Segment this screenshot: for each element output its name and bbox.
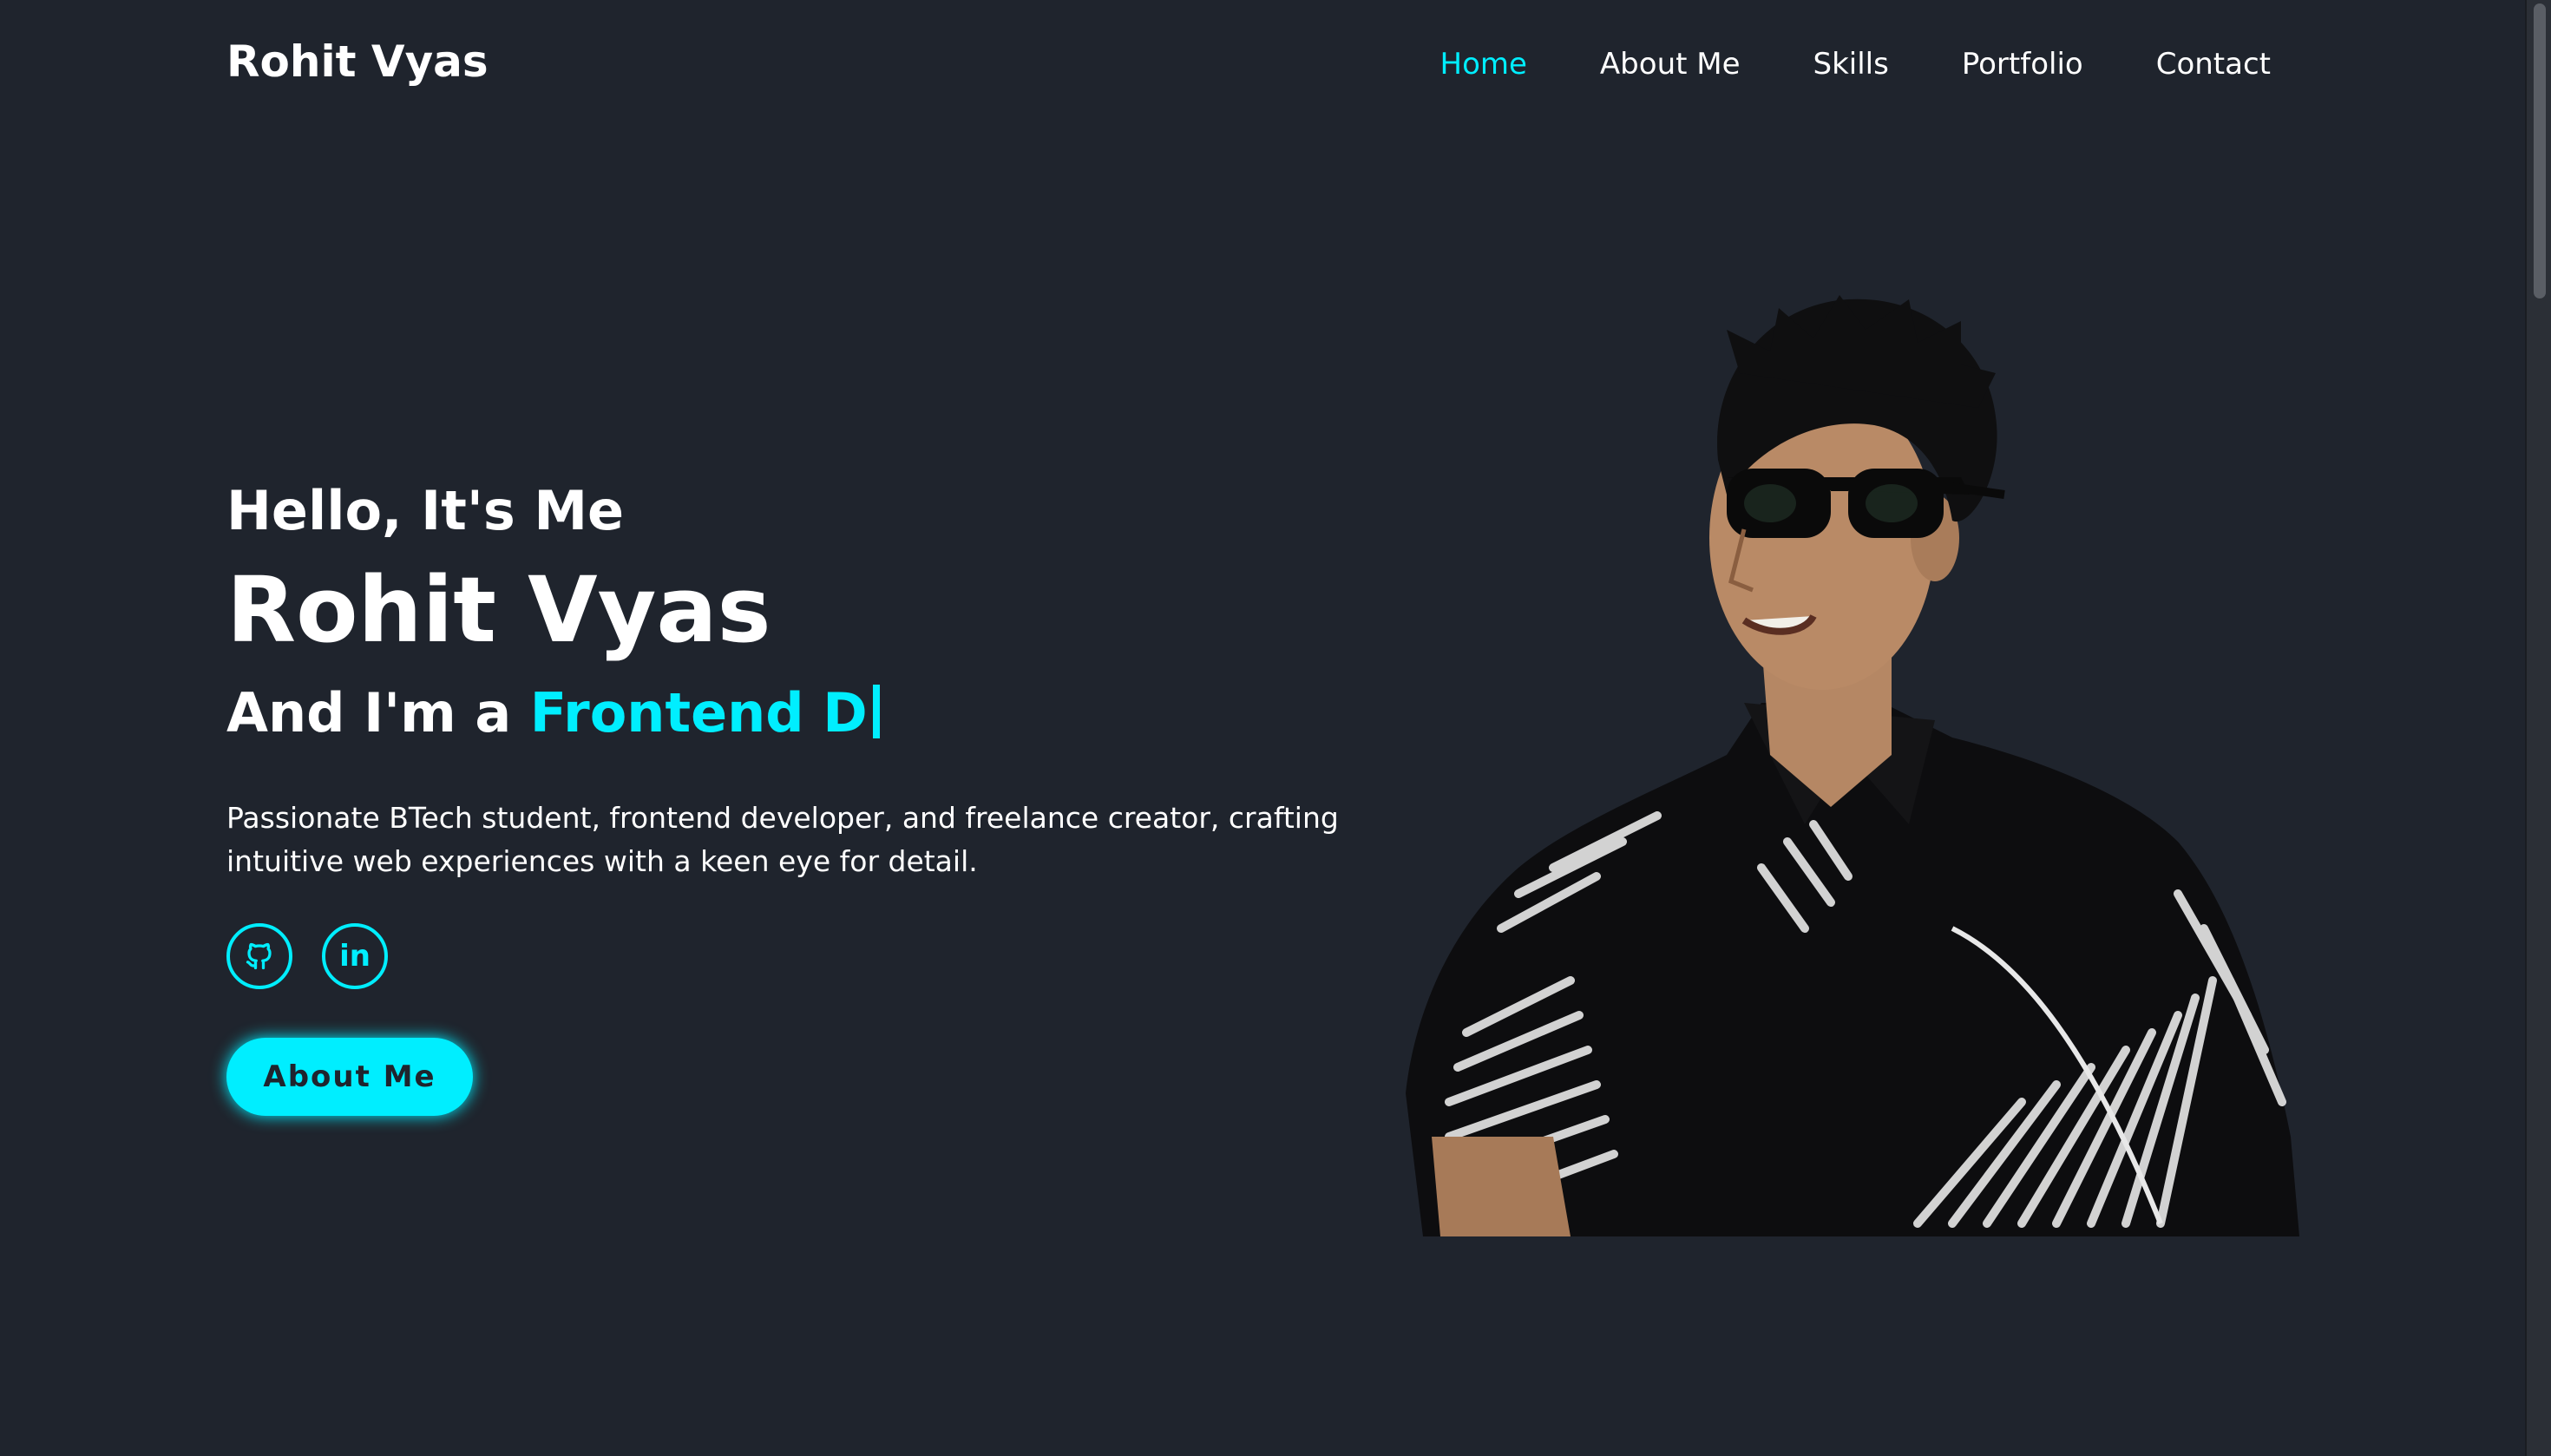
site-logo[interactable]: Rohit Vyas — [226, 36, 489, 87]
hero-greeting: Hello, It's Me — [226, 479, 625, 542]
scrollbar-thumb[interactable] — [2534, 3, 2546, 298]
github-link[interactable] — [226, 923, 292, 989]
github-icon — [246, 942, 272, 970]
linkedin-link[interactable]: in — [322, 923, 388, 989]
nav-about-me[interactable]: About Me — [1600, 47, 1741, 82]
about-me-button[interactable]: About Me — [226, 1038, 473, 1116]
portfolio-page: Rohit Vyas Home About Me Skills Portfoli… — [0, 0, 2551, 1456]
linkedin-icon: in — [339, 939, 371, 974]
role-prefix: And I'm a — [226, 681, 530, 744]
nav-contact[interactable]: Contact — [2156, 47, 2271, 82]
hero-role: And I'm a Frontend D — [226, 666, 1354, 760]
role-typed-text: Frontend D — [529, 681, 868, 744]
hero-description: Passionate BTech student, frontend devel… — [226, 801, 1339, 878]
profile-photo — [1406, 295, 2299, 1236]
nav-home[interactable]: Home — [1440, 47, 1527, 82]
social-links: in — [226, 923, 1354, 989]
hero-section: Hello, It's Me Rohit Vyas And I'm a Fron… — [226, 469, 1354, 1116]
hero-name: Rohit Vyas — [226, 557, 771, 663]
nav-portfolio[interactable]: Portfolio — [1962, 47, 2083, 82]
main-nav: Home About Me Skills Portfolio Contact — [1440, 47, 2271, 82]
nav-skills[interactable]: Skills — [1813, 47, 1889, 82]
site-header: Rohit Vyas Home About Me Skills Portfoli… — [0, 0, 2525, 135]
typing-cursor — [872, 685, 880, 738]
vertical-scrollbar[interactable] — [2525, 0, 2551, 1456]
